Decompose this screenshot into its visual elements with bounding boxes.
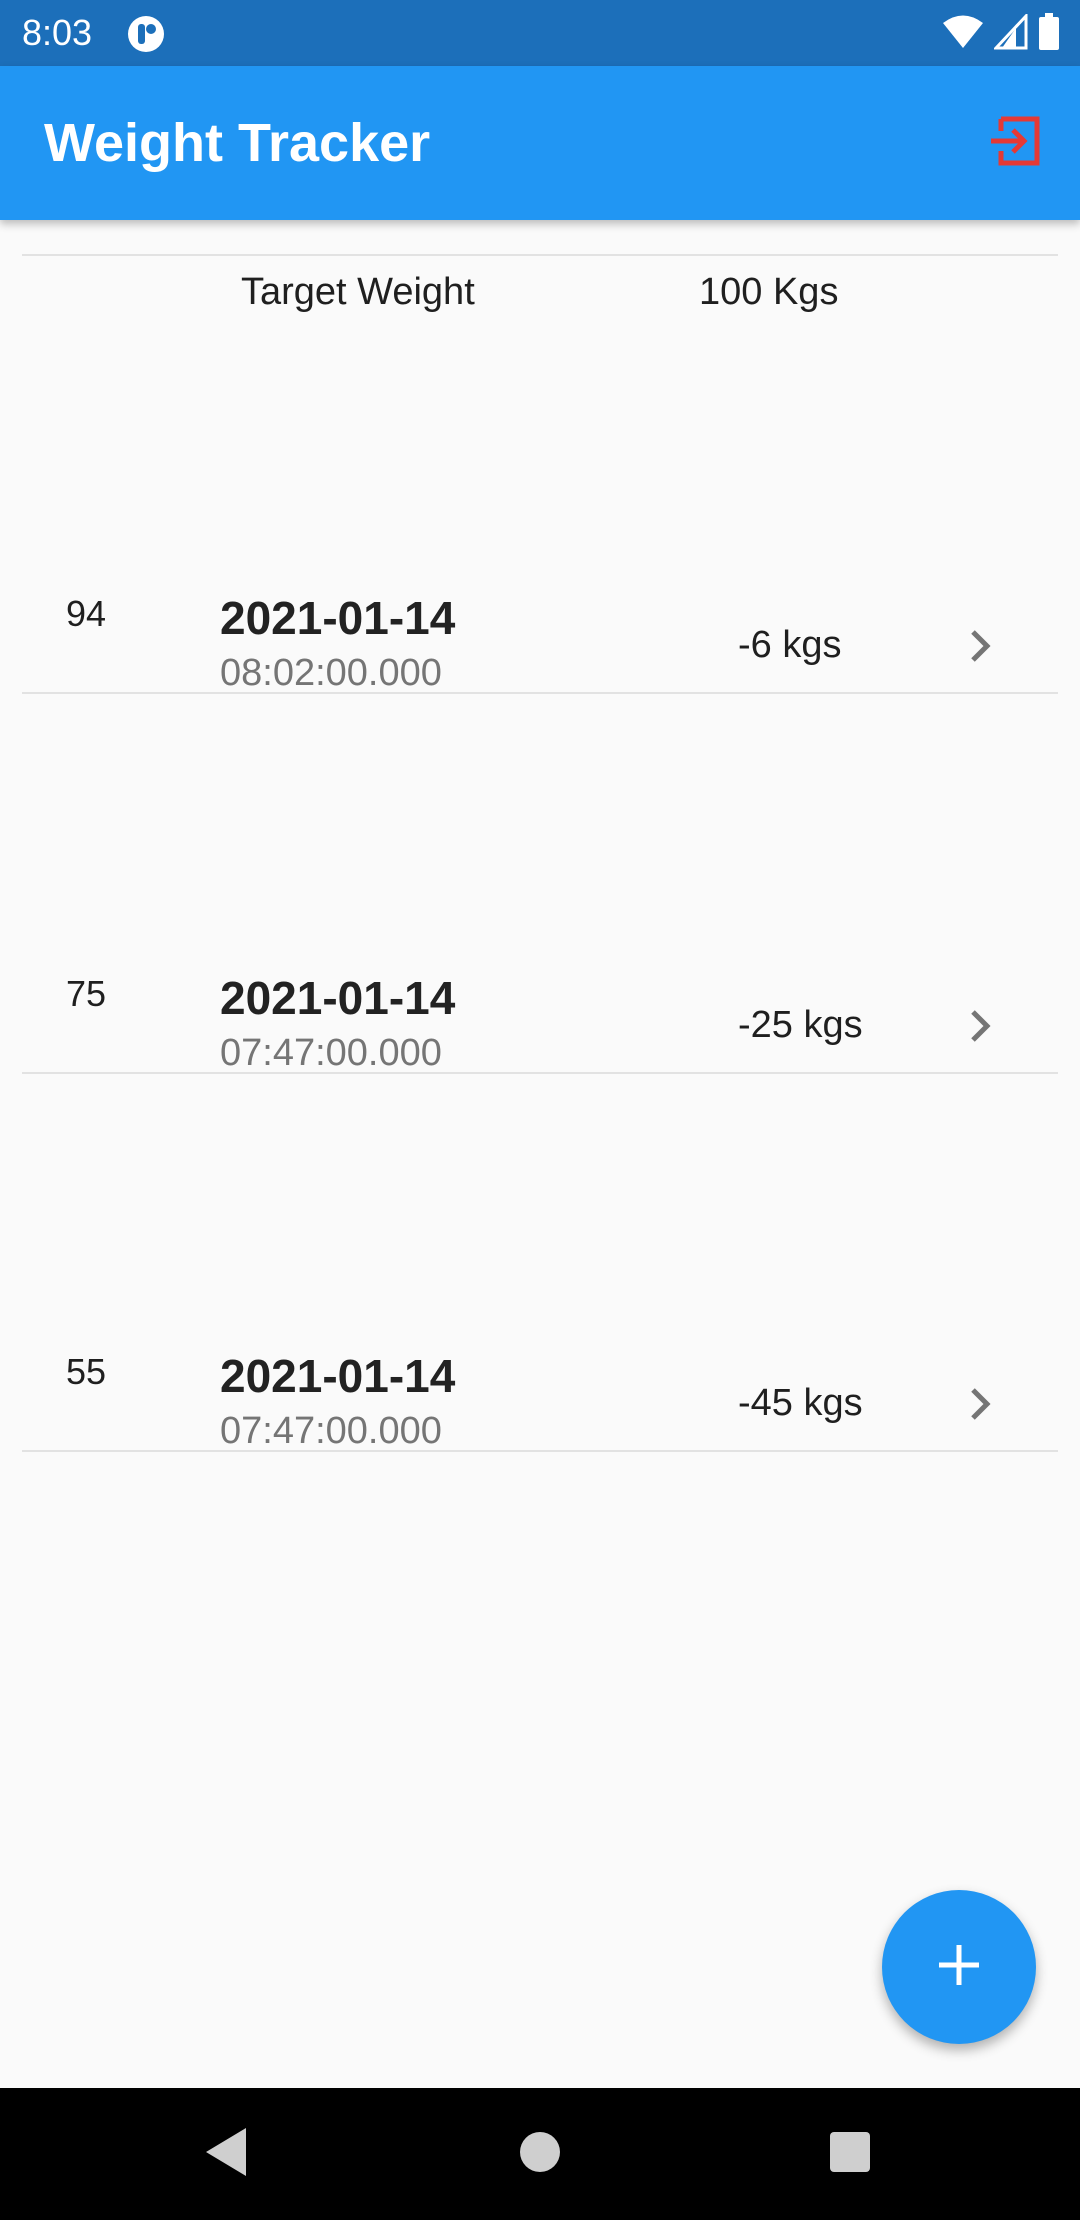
entry-weight: 75 <box>66 973 107 1014</box>
entry-time: 08:02:00.000 <box>220 652 442 694</box>
divider <box>22 1450 1058 1452</box>
entry-date: 2021-01-14 <box>220 972 456 1024</box>
divider <box>22 1072 1058 1074</box>
logout-button[interactable] <box>984 112 1046 174</box>
entry-difference: -6 kgs <box>738 624 842 666</box>
back-icon <box>202 2126 250 2183</box>
home-button[interactable] <box>512 2126 568 2182</box>
entry-time: 07:47:00.000 <box>220 1410 442 1452</box>
app-title: Weight Tracker <box>44 113 431 173</box>
status-bar: 8:03 <box>0 0 1080 66</box>
entry-weight: 94 <box>66 593 107 634</box>
target-weight-row: Target Weight 100 Kgs <box>0 264 1080 320</box>
chevron-right-icon[interactable] <box>960 1006 1000 1046</box>
battery-icon <box>1038 12 1060 56</box>
back-button[interactable] <box>198 2126 254 2182</box>
entry-date: 2021-01-14 <box>220 1350 456 1402</box>
recents-button[interactable] <box>822 2126 878 2182</box>
weight-list: Target Weight 100 Kgs 94 2021-01-14 08:0… <box>0 220 1080 2088</box>
app-notification-icon <box>126 14 166 54</box>
entry-difference: -45 kgs <box>738 1382 863 1424</box>
divider <box>22 254 1058 256</box>
weight-entry[interactable]: 94 2021-01-14 08:02:00.000 -6 kgs <box>0 568 1080 948</box>
status-icons <box>942 11 1060 56</box>
wifi-icon <box>942 14 984 55</box>
weight-entry[interactable]: 75 2021-01-14 07:47:00.000 -25 kgs <box>0 948 1080 1328</box>
recents-icon <box>828 2130 872 2179</box>
target-weight-label: Target Weight <box>241 271 475 313</box>
chevron-right-icon[interactable] <box>960 626 1000 666</box>
home-icon <box>518 2130 562 2179</box>
system-nav-bar <box>0 2088 1080 2220</box>
target-weight-value: 100 Kgs <box>699 271 839 313</box>
chevron-right-icon[interactable] <box>960 1384 1000 1424</box>
app-bar: Weight Tracker <box>0 66 1080 220</box>
cell-signal-icon <box>992 11 1028 55</box>
status-time: 8:03 <box>22 12 93 53</box>
entry-difference: -25 kgs <box>738 1004 863 1046</box>
entry-date: 2021-01-14 <box>220 592 456 644</box>
weight-entry[interactable]: 55 2021-01-14 07:47:00.000 -45 kgs <box>0 1326 1080 1706</box>
divider <box>22 692 1058 694</box>
plus-icon <box>935 1941 983 1994</box>
add-weight-button[interactable] <box>882 1890 1036 2044</box>
entry-weight: 55 <box>66 1351 107 1392</box>
entry-time: 07:47:00.000 <box>220 1032 442 1074</box>
logout-icon <box>987 115 1043 172</box>
